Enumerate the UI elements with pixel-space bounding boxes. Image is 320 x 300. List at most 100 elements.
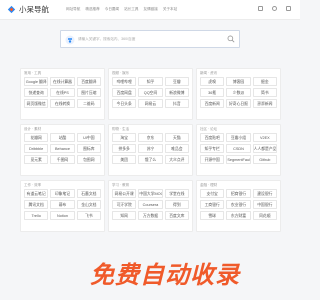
nav-link[interactable]: 在线计算器 bbox=[50, 77, 75, 86]
site-logo[interactable]: 小呆导航 bbox=[6, 4, 54, 15]
nav-link[interactable]: 博客园 bbox=[226, 77, 251, 86]
nav-link[interactable]: 幕布 bbox=[50, 200, 75, 209]
nav-link[interactable]: UI中国 bbox=[76, 133, 101, 142]
nav-link[interactable]: V2EX bbox=[252, 133, 277, 142]
user-icon[interactable] bbox=[272, 6, 277, 11]
nav-item[interactable]: 友情链接 bbox=[144, 5, 158, 14]
nav-link[interactable]: 百度网盘 bbox=[112, 88, 137, 97]
nav-link[interactable]: 招商银行 bbox=[226, 189, 251, 198]
nav-link[interactable]: 图标库 bbox=[76, 144, 101, 153]
section-title: 视频 · 娱乐 bbox=[112, 71, 130, 75]
nav-link[interactable]: 觅元素 bbox=[24, 155, 49, 164]
section-card: 视频 · 娱乐 哔哩哔哩 知乎 豆瓣 百度网盘 QQ空间 新浪微博 今日头条 网… bbox=[108, 68, 193, 120]
nav-link[interactable]: 豆瓣小组 bbox=[226, 133, 251, 142]
nav-link[interactable]: 开源中国 bbox=[200, 155, 225, 164]
search-engine-icon[interactable] bbox=[65, 35, 75, 45]
menu-icon[interactable] bbox=[286, 6, 291, 11]
nav-link[interactable]: 少数派 bbox=[226, 88, 251, 97]
nav-link[interactable]: 掘金 bbox=[252, 77, 277, 86]
nav-link[interactable]: 百度文库 bbox=[164, 211, 189, 220]
section-title: 金融 · 理财 bbox=[200, 183, 218, 187]
nav-link[interactable]: 二维码 bbox=[76, 99, 101, 108]
nav-item[interactable]: 精选推荐 bbox=[85, 5, 99, 14]
nav-link[interactable]: 万方数据 bbox=[138, 211, 163, 220]
nav-link[interactable]: QQ空间 bbox=[138, 88, 163, 97]
nav-link[interactable]: 快递查询 bbox=[24, 88, 49, 97]
nav-link[interactable]: 新浪微博 bbox=[164, 88, 189, 97]
nav-link[interactable]: 好奇心日报 bbox=[226, 99, 251, 108]
nav-link[interactable]: 可汗学院 bbox=[112, 200, 137, 209]
nav-link[interactable]: 花瓣网 bbox=[24, 133, 49, 142]
nav-link[interactable]: 知网 bbox=[112, 211, 137, 220]
nav-link[interactable]: 得到 bbox=[164, 200, 189, 209]
nav-link[interactable]: 有道云笔记 bbox=[24, 189, 49, 198]
nav-link[interactable]: 中国银行 bbox=[252, 200, 277, 209]
nav-link[interactable]: 美团 bbox=[112, 155, 137, 164]
nav-link[interactable]: 网页版微信 bbox=[24, 99, 49, 108]
search-icon[interactable] bbox=[227, 35, 235, 43]
nav-link[interactable]: 农业银行 bbox=[226, 200, 251, 209]
nav-link[interactable]: Dribbble bbox=[24, 144, 49, 153]
section-card: 学习 · 教育 网易公开课 中国大学MOOC 学堂在线 可汗学院 Courser… bbox=[108, 180, 193, 232]
nav-link[interactable]: 拼多多 bbox=[112, 144, 137, 153]
search-input[interactable] bbox=[78, 31, 228, 47]
nav-link[interactable]: 京东 bbox=[138, 133, 163, 142]
nav-link[interactable]: 同花顺 bbox=[252, 211, 277, 220]
nav-link[interactable]: 澎湃新闻 bbox=[252, 99, 277, 108]
nav-link[interactable]: 百度翻译 bbox=[76, 77, 101, 86]
theme-icon[interactable] bbox=[258, 6, 263, 11]
nav-link[interactable]: 人人都是产品经理 bbox=[252, 144, 277, 153]
nav-link[interactable]: 学堂在线 bbox=[164, 189, 189, 198]
nav-link[interactable]: 饿了么 bbox=[138, 155, 163, 164]
nav-link[interactable]: 中国大学MOOC bbox=[138, 189, 163, 198]
nav-link[interactable]: 东方财富 bbox=[226, 211, 251, 220]
nav-link[interactable]: Github bbox=[252, 155, 277, 164]
nav-link[interactable]: 抖音 bbox=[164, 99, 189, 108]
nav-link[interactable]: Trello bbox=[24, 211, 49, 220]
nav-link[interactable]: CSDN bbox=[226, 144, 251, 153]
nav-link[interactable]: 36氪 bbox=[200, 88, 225, 97]
nav-link[interactable]: 网易云 bbox=[138, 99, 163, 108]
nav-item[interactable]: 网址导航 bbox=[66, 5, 80, 14]
nav-link[interactable]: 知乎专栏 bbox=[200, 144, 225, 153]
nav-link[interactable]: 石墨文档 bbox=[76, 189, 101, 198]
nav-link[interactable]: 简书 bbox=[252, 88, 277, 97]
section-title: 新闻 · 资讯 bbox=[200, 71, 218, 75]
nav-link[interactable]: 印象笔记 bbox=[50, 189, 75, 198]
nav-link[interactable]: 百度贴吧 bbox=[200, 133, 225, 142]
nav-link[interactable]: 天猫 bbox=[164, 133, 189, 142]
nav-link[interactable]: 腾讯文档 bbox=[24, 200, 49, 209]
nav-link[interactable]: 雪球 bbox=[200, 211, 225, 220]
nav-link[interactable]: 在线转换 bbox=[50, 99, 75, 108]
nav-link[interactable]: Google 翻译 bbox=[24, 77, 49, 86]
nav-link[interactable]: Behance bbox=[50, 144, 75, 153]
nav-link[interactable]: 包图网 bbox=[76, 155, 101, 164]
section-title: 设计 · 素材 bbox=[24, 127, 42, 131]
nav-item[interactable]: 站长工具 bbox=[124, 5, 138, 14]
nav-link[interactable]: 苏宁 bbox=[138, 144, 163, 153]
nav-link[interactable]: 淘宝 bbox=[112, 133, 137, 142]
nav-link[interactable]: 千图网 bbox=[50, 155, 75, 164]
nav-link[interactable]: 支付宝 bbox=[200, 189, 225, 198]
nav-link[interactable]: 站酷 bbox=[50, 133, 75, 142]
nav-link[interactable]: 工商银行 bbox=[200, 200, 225, 209]
nav-link[interactable]: 虎嗅 bbox=[200, 77, 225, 86]
nav-link[interactable]: Notion bbox=[50, 211, 75, 220]
nav-link[interactable]: 建设银行 bbox=[252, 189, 277, 198]
nav-link[interactable]: Coursera bbox=[138, 200, 163, 209]
nav-link[interactable]: 百度新闻 bbox=[200, 99, 225, 108]
nav-link[interactable]: 今日头条 bbox=[112, 99, 137, 108]
nav-link[interactable]: 知乎 bbox=[138, 77, 163, 86]
nav-link[interactable]: 网易公开课 bbox=[112, 189, 137, 198]
nav-link[interactable]: 大众点评 bbox=[164, 155, 189, 164]
nav-link[interactable]: 豆瓣 bbox=[164, 77, 189, 86]
nav-link[interactable]: 哔哩哔哩 bbox=[112, 77, 137, 86]
nav-item[interactable]: 今日要闻 bbox=[105, 5, 119, 14]
nav-link[interactable]: 飞书 bbox=[76, 211, 101, 220]
nav-link[interactable]: SegmentFault bbox=[226, 155, 251, 164]
nav-link[interactable]: 金山文档 bbox=[76, 200, 101, 209]
nav-link[interactable]: 唯品会 bbox=[164, 144, 189, 153]
nav-item[interactable]: 关于本站 bbox=[163, 5, 177, 14]
nav-link[interactable]: 在线PS bbox=[50, 88, 75, 97]
nav-link[interactable]: 图片压缩 bbox=[76, 88, 101, 97]
